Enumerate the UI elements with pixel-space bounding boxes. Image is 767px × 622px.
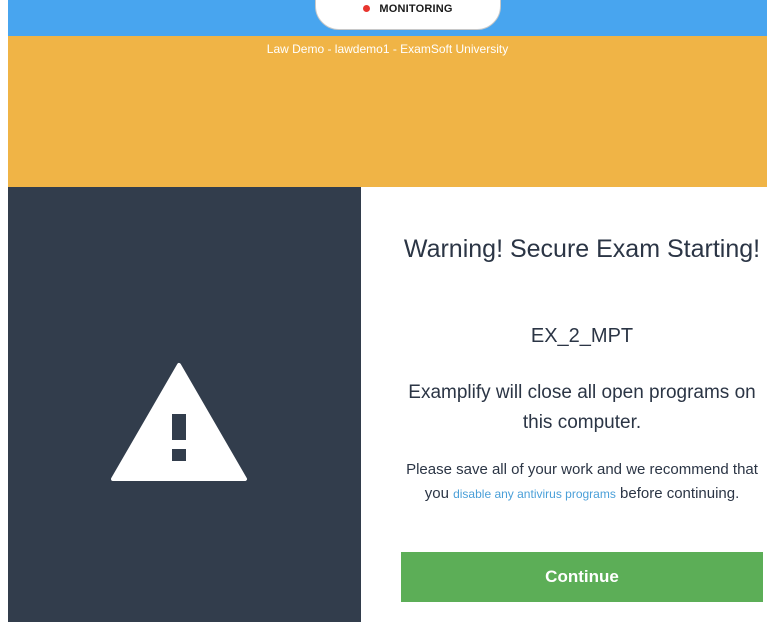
- save-work-note: Please save all of your work and we reco…: [397, 458, 767, 506]
- continue-button[interactable]: Continue: [401, 552, 763, 602]
- exam-code: EX_2_MPT: [530, 325, 634, 347]
- top-bar: MONITORING: [8, 0, 767, 36]
- warning-title: Warning! Secure Exam Starting!: [403, 235, 761, 263]
- warning-message: Examplify will close all open programs o…: [408, 382, 756, 433]
- window-edge: [0, 0, 8, 622]
- warning-triangle-icon: [111, 363, 247, 481]
- monitoring-indicator: MONITORING: [315, 0, 501, 30]
- exam-subtitle: Law Demo - lawdemo1 - ExamSoft Universit…: [266, 42, 509, 56]
- warning-content: Warning! Secure Exam Starting! EX_2_MPT …: [361, 187, 767, 622]
- monitoring-label: MONITORING: [379, 3, 453, 15]
- note-text-after: before continuing.: [615, 485, 740, 502]
- recording-dot-icon: [363, 5, 371, 12]
- header-banner: Law Demo - lawdemo1 - ExamSoft Universit…: [8, 36, 767, 187]
- disable-antivirus-link[interactable]: disable any antivirus programs: [453, 487, 616, 501]
- warning-icon-panel: [8, 187, 361, 622]
